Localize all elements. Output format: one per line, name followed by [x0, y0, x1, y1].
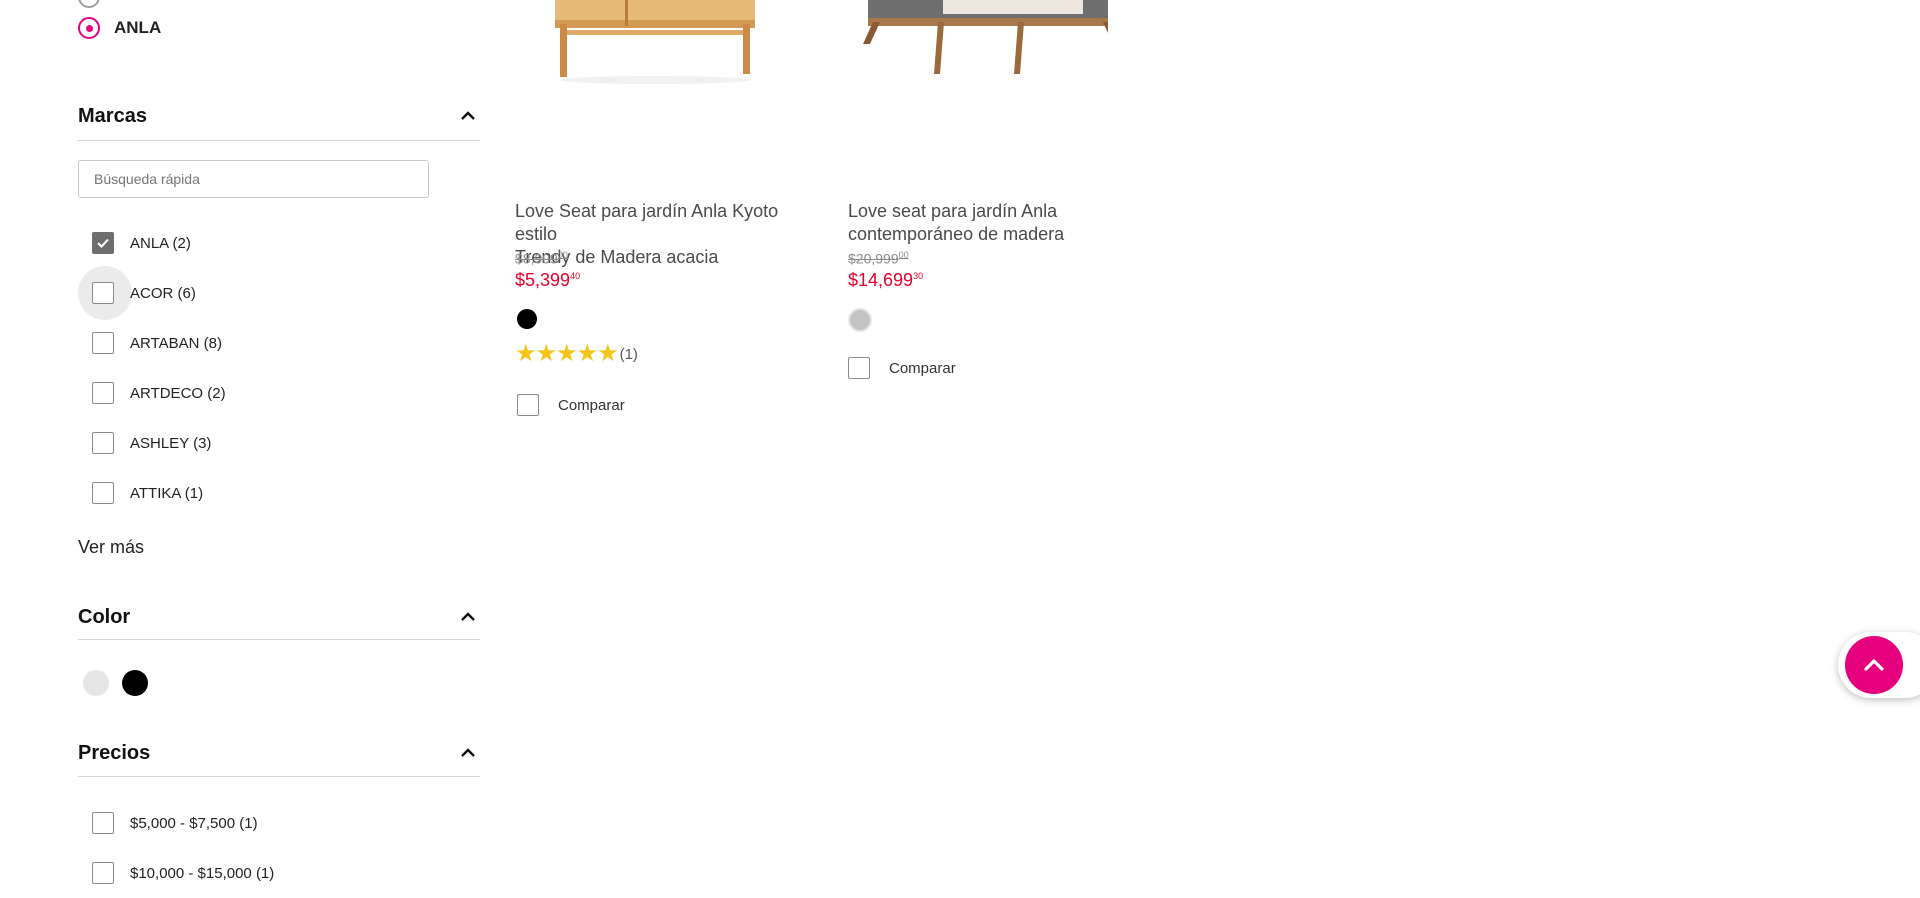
- brand-checkbox[interactable]: [92, 332, 114, 354]
- brand-option-label: ARTABAN (8): [130, 334, 222, 352]
- compare-label: Comparar: [558, 396, 625, 414]
- brand-option[interactable]: ATTIKA (1): [92, 482, 203, 504]
- brand-option[interactable]: ANLA (2): [92, 232, 191, 254]
- check-icon: [97, 238, 109, 248]
- brand-option[interactable]: ASHLEY (3): [92, 432, 211, 454]
- brands-title: Marcas: [78, 105, 147, 127]
- brand-checkbox[interactable]: [92, 232, 114, 254]
- price-option-label: $5,000 - $7,500 (1): [130, 814, 258, 832]
- product-color-swatch[interactable]: [848, 308, 872, 332]
- chevron-up-icon[interactable]: [460, 609, 476, 625]
- brand-checkbox[interactable]: [92, 432, 114, 454]
- color-swatch-black[interactable]: [122, 670, 148, 696]
- price-title: Precios: [78, 742, 151, 764]
- brand-option-label: ACOR (6): [130, 284, 196, 302]
- store-radio-previous[interactable]: [78, 0, 100, 8]
- color-section-header[interactable]: Color: [78, 606, 480, 640]
- product-card[interactable]: Love seat para jardín Anla contemporáneo…: [848, 0, 1158, 400]
- brand-checkbox[interactable]: [92, 482, 114, 504]
- brands-section-header[interactable]: Marcas: [78, 105, 480, 141]
- brand-checkbox[interactable]: [92, 282, 114, 304]
- compare-checkbox[interactable]: [517, 394, 539, 416]
- compare-checkbox[interactable]: [848, 357, 870, 379]
- brand-option-label: ATTIKA (1): [130, 484, 204, 502]
- product-original-price: $20,99900: [848, 250, 909, 267]
- original-price-amount: $20,999: [848, 250, 899, 267]
- product-title[interactable]: Love seat para jardín Anla contemporáneo…: [848, 200, 1064, 246]
- back-to-top-container: [1838, 632, 1920, 698]
- brand-search-input[interactable]: [79, 161, 428, 197]
- brand-option-label: ASHLEY (3): [130, 434, 212, 452]
- price-option[interactable]: $5,000 - $7,500 (1): [92, 812, 258, 834]
- brand-option-label: ARTDECO (2): [130, 384, 226, 402]
- price-checkbox[interactable]: [92, 812, 114, 834]
- chevron-up-icon[interactable]: [460, 108, 476, 124]
- store-radio-anla[interactable]: ANLA: [78, 17, 161, 39]
- product-title-line: Love seat para jardín Anla: [848, 201, 1058, 221]
- price-option[interactable]: $10,000 - $15,000 (1): [92, 862, 274, 884]
- original-price-cents: 00: [898, 250, 909, 260]
- compare-label: Comparar: [889, 359, 956, 377]
- price-section-header[interactable]: Precios: [78, 742, 480, 777]
- product-image[interactable]: [515, 0, 775, 100]
- color-title: Color: [78, 606, 131, 628]
- brand-checkbox[interactable]: [92, 382, 114, 404]
- chevron-up-icon[interactable]: [460, 745, 476, 761]
- product-rating[interactable]: ★★★★★ (1): [515, 342, 638, 366]
- store-radio-label: ANLA: [114, 18, 162, 37]
- see-more-brands-link[interactable]: Ver más: [78, 537, 144, 558]
- product-image[interactable]: [848, 0, 1108, 100]
- brand-option[interactable]: ARTABAN (8): [92, 332, 222, 354]
- price-option-label: $10,000 - $15,000 (1): [130, 864, 275, 882]
- color-swatch-light-gray[interactable]: [83, 670, 109, 696]
- brand-option[interactable]: ACOR (6): [92, 282, 196, 304]
- product-title-line: Love Seat para jardín Anla Kyoto estilo: [515, 201, 779, 244]
- compare-option[interactable]: Comparar: [517, 394, 625, 416]
- compare-option[interactable]: Comparar: [848, 357, 956, 379]
- sale-price-amount: $5,399: [515, 270, 571, 290]
- sale-price-amount: $14,699: [848, 270, 914, 290]
- sale-price-cents: 40: [570, 271, 581, 281]
- radio-dot: [85, 24, 93, 32]
- brand-option-label: ANLA (2): [130, 234, 191, 252]
- product-original-price: $8,99900: [515, 250, 568, 267]
- price-checkbox[interactable]: [92, 862, 114, 884]
- product-sale-price: $5,39940: [515, 270, 580, 291]
- rating-count: (1): [619, 345, 638, 363]
- back-to-top-button[interactable]: [1845, 636, 1903, 694]
- star-rating-icon: ★★★★★: [515, 340, 619, 367]
- original-price-amount: $8,999: [515, 250, 558, 267]
- brand-search-field[interactable]: [78, 160, 429, 198]
- radio-button[interactable]: [78, 17, 100, 39]
- original-price-cents: 00: [557, 250, 568, 260]
- product-sale-price: $14,69930: [848, 270, 923, 291]
- sale-price-cents: 30: [913, 271, 924, 281]
- product-title-line: contemporáneo de madera: [848, 224, 1065, 244]
- arrow-up-icon: [1864, 659, 1884, 671]
- product-card[interactable]: Love Seat para jardín Anla Kyoto estilo …: [515, 0, 825, 420]
- product-color-swatch[interactable]: [517, 309, 537, 329]
- brand-option[interactable]: ARTDECO (2): [92, 382, 226, 404]
